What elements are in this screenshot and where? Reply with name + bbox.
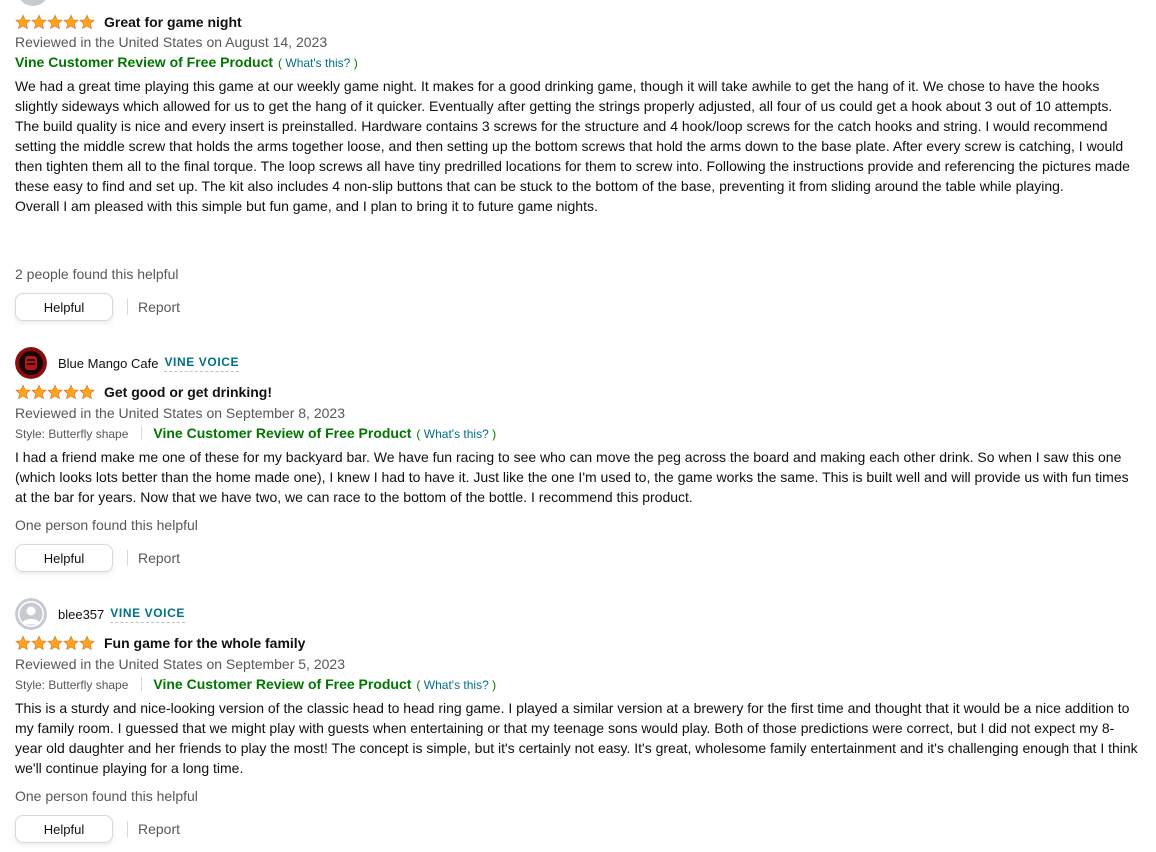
helpful-button[interactable]: Helpful (15, 293, 113, 321)
helpful-count: 2 people found this helpful (15, 266, 179, 282)
whats-this-link[interactable]: ( What's this? ) (416, 678, 496, 692)
divider (141, 677, 143, 691)
helpful-count: One person found this helpful (15, 517, 198, 533)
report-link[interactable]: Report (138, 299, 180, 315)
default-user-avatar-icon (15, 598, 47, 630)
review-date: Reviewed in the United States on August … (15, 34, 328, 50)
reviewer-profile[interactable]: blee357 VINE VOICE (15, 598, 185, 630)
report-link[interactable]: Report (138, 550, 180, 566)
vine-review-label: Vine Customer Review of Free Product (153, 676, 412, 692)
star-icon (15, 384, 31, 400)
review-paragraph: The build quality is nice and every inse… (15, 118, 1130, 194)
review-title[interactable]: Get good or get drinking! (104, 384, 272, 400)
star-icon (79, 635, 95, 651)
star-icon (63, 384, 79, 400)
review-date: Reviewed in the United States on Septemb… (15, 656, 345, 672)
divider (127, 299, 128, 315)
star-icon (47, 14, 63, 30)
star-icon (79, 384, 95, 400)
review-paragraph: This is a sturdy and nice-looking versio… (15, 700, 1138, 776)
star-icon (31, 384, 47, 400)
reviewer-profile[interactable]: Blue Mango Cafe VINE VOICE (15, 347, 240, 379)
reviewer-name[interactable]: Blue Mango Cafe (58, 356, 158, 371)
whats-this-link[interactable]: ( What's this? ) (416, 427, 496, 441)
review-title[interactable]: Fun game for the whole family (104, 635, 305, 651)
review-body: This is a sturdy and nice-looking versio… (15, 698, 1140, 778)
review-paragraph: We had a great time playing this game at… (15, 78, 1113, 114)
star-icon (47, 384, 63, 400)
review-title[interactable]: Great for game night (104, 14, 242, 30)
divider (127, 550, 128, 566)
whats-this-link[interactable]: ( What's this? ) (278, 56, 358, 70)
star-rating[interactable] (15, 635, 95, 651)
review-date: Reviewed in the United States on Septemb… (15, 405, 345, 421)
review-body: We had a great time playing this game at… (15, 76, 1140, 216)
star-icon (31, 635, 47, 651)
star-rating[interactable] (15, 14, 95, 30)
product-style-link[interactable]: Style: Butterfly shape (15, 678, 128, 692)
helpful-button[interactable]: Helpful (15, 815, 113, 843)
reviewer-name[interactable]: blee357 (58, 607, 104, 622)
vine-voice-badge[interactable]: VINE VOICE (110, 606, 185, 623)
star-icon (63, 14, 79, 30)
star-icon (79, 14, 95, 30)
review-paragraph: I had a friend make me one of these for … (15, 449, 1129, 505)
divider (141, 426, 143, 440)
star-icon (15, 635, 31, 651)
helpful-button[interactable]: Helpful (15, 544, 113, 572)
vine-review-label: Vine Customer Review of Free Product (15, 54, 274, 70)
star-icon (63, 635, 79, 651)
star-icon (15, 14, 31, 30)
helpful-count: One person found this helpful (15, 788, 198, 804)
avatar[interactable] (15, 347, 47, 379)
review-paragraph: Overall I am pleased with this simple bu… (15, 198, 598, 214)
avatar[interactable] (15, 598, 47, 630)
star-icon (47, 635, 63, 651)
red-dark-avatar-icon (15, 347, 47, 379)
product-style-link[interactable]: Style: Butterfly shape (15, 427, 128, 441)
divider (127, 821, 128, 837)
star-icon (31, 14, 47, 30)
review-body: I had a friend make me one of these for … (15, 447, 1140, 507)
star-rating[interactable] (15, 384, 95, 400)
avatar[interactable] (17, 0, 49, 6)
vine-voice-badge[interactable]: VINE VOICE (164, 355, 240, 372)
report-link[interactable]: Report (138, 821, 180, 837)
vine-review-label: Vine Customer Review of Free Product (153, 425, 412, 441)
